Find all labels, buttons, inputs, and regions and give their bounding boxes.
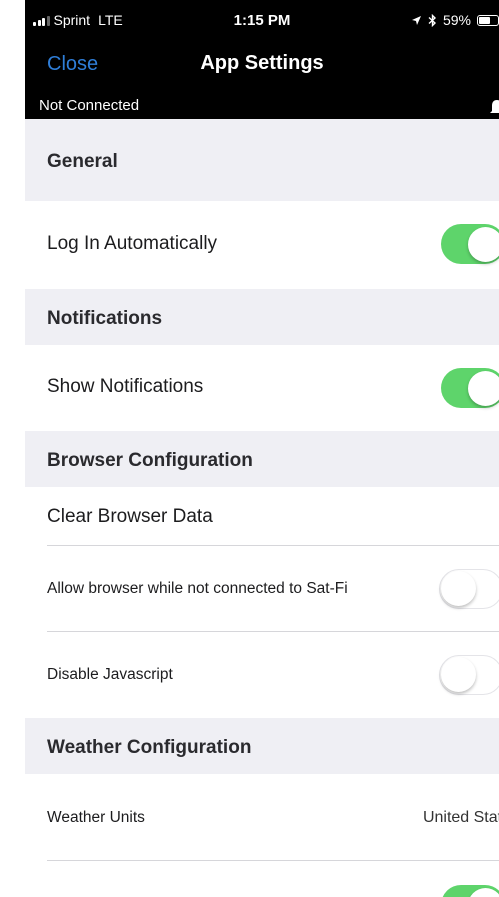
partially-visible-toggle[interactable]: [441, 885, 499, 897]
allow-browser-toggle[interactable]: [439, 569, 499, 609]
log-in-automatically-toggle[interactable]: [441, 224, 499, 264]
weather-units-value[interactable]: United States: [423, 809, 499, 827]
connection-bar: Not Connected: [25, 94, 499, 119]
setting-show-notifications[interactable]: Show Notifications: [25, 345, 499, 431]
section-header-weather-configuration: Weather Configuration: [25, 718, 499, 774]
setting-disable-javascript[interactable]: Disable Javascript: [25, 632, 499, 718]
navigation-bar: Close App Settings: [25, 44, 499, 94]
location-icon: [411, 15, 421, 25]
battery-percent: 59%: [442, 12, 471, 28]
setting-label: Clear Browser Data: [47, 506, 213, 527]
setting-label: Show Notifications: [47, 376, 204, 397]
setting-row-partial[interactable]: [25, 861, 499, 897]
section-header-notifications: Notifications: [25, 289, 499, 345]
top-bar: Sprint LTE 1:15 PM 59% Close App Setting…: [25, 0, 499, 119]
setting-label: Disable Javascript: [47, 666, 173, 683]
section-title: General: [47, 151, 118, 172]
setting-weather-units[interactable]: Weather Units United States: [25, 774, 499, 861]
setting-label: Allow browser while not connected to Sat…: [47, 580, 348, 597]
disable-javascript-toggle[interactable]: [439, 655, 499, 695]
setting-label: Log In Automatically: [47, 233, 218, 254]
setting-label: Weather Units: [47, 809, 145, 826]
section-title: Weather Configuration: [47, 737, 252, 758]
status-right: 59%: [411, 12, 499, 28]
setting-allow-browser[interactable]: Allow browser while not connected to Sat…: [25, 546, 499, 632]
section-title: Notifications: [47, 308, 163, 329]
section-header-browser-configuration: Browser Configuration: [25, 431, 499, 487]
page-title: App Settings: [200, 52, 324, 74]
section-title: Browser Configuration: [47, 450, 253, 471]
setting-clear-browser-data[interactable]: Clear Browser Data: [25, 487, 499, 546]
show-notifications-toggle[interactable]: [441, 368, 499, 408]
connection-status: Not Connected: [39, 97, 140, 114]
section-header-general: General: [25, 119, 499, 201]
settings-list: General Log In Automatically Notificatio…: [25, 119, 499, 897]
bell-icon[interactable]: [489, 99, 499, 117]
battery-icon: [477, 14, 499, 26]
bluetooth-icon: [428, 13, 436, 27]
status-bar: Sprint LTE 1:15 PM 59%: [25, 0, 499, 44]
setting-log-in-automatically[interactable]: Log In Automatically: [25, 201, 499, 289]
